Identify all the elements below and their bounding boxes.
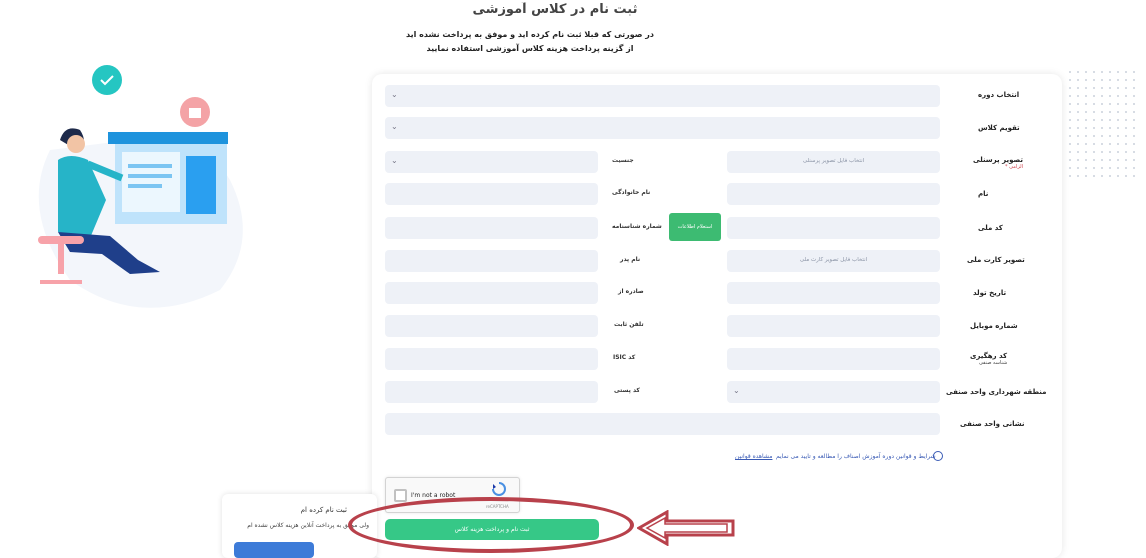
highlight-ellipse bbox=[348, 497, 634, 553]
family-input[interactable] bbox=[385, 183, 598, 205]
father-label: نام پدر bbox=[620, 256, 641, 263]
terms-text: شرایط و قوانین دوره آموزش اصناف را مطالع… bbox=[776, 453, 936, 460]
mobile-input[interactable] bbox=[727, 315, 940, 337]
photo-label-text: تصویر پرسنلی bbox=[973, 156, 1023, 164]
name-input[interactable] bbox=[727, 183, 940, 205]
pay-class-fee-button[interactable] bbox=[234, 542, 314, 558]
national-card-label: تصویر کارت ملی bbox=[967, 256, 1025, 264]
photo-label: تصویر پرسنلی الزامی * bbox=[973, 156, 1023, 170]
already-registered-title: ثبت نام کرده ام bbox=[300, 506, 347, 514]
national-code-input[interactable] bbox=[727, 217, 940, 239]
photo-placeholder: انتخاب فایل تصویر پرسنلی bbox=[802, 158, 865, 164]
issued-input[interactable] bbox=[385, 282, 598, 304]
name-label: نام bbox=[978, 190, 989, 198]
birth-date-input[interactable] bbox=[727, 282, 940, 304]
tracking-label: کد رهگیری شناسه صنفی bbox=[970, 352, 1007, 366]
isic-input[interactable] bbox=[385, 348, 598, 370]
father-input[interactable] bbox=[385, 250, 598, 272]
id-number-label: شماره شناسنامه bbox=[612, 223, 662, 230]
address-label: نشانی واحد صنفی bbox=[960, 420, 1025, 428]
gender-label: جنسیت bbox=[612, 157, 634, 164]
recaptcha-checkbox[interactable] bbox=[394, 489, 407, 502]
notice-line-1: در صورتی که قبلا ثبت نام کرده اید و موفق… bbox=[405, 30, 655, 39]
gift-icon bbox=[180, 97, 210, 127]
national-card-placeholder: انتخاب فایل تصویر کارت ملی bbox=[799, 257, 868, 263]
page-title: ثبت نام در کلاس آموزشی bbox=[472, 2, 638, 16]
notice-line-2: از گزینه پرداخت هزینه کلاس آموزشی استفاد… bbox=[426, 44, 634, 53]
postal-input[interactable] bbox=[385, 381, 598, 403]
gender-select[interactable]: ⌄ bbox=[385, 151, 598, 173]
recaptcha-icon bbox=[492, 482, 506, 496]
family-label: نام خانوادگی bbox=[612, 189, 651, 196]
tracking-input[interactable] bbox=[727, 348, 940, 370]
required-note: الزامی * bbox=[1005, 164, 1023, 170]
chevron-down-icon: ⌄ bbox=[733, 386, 740, 395]
mobile-label: شماره موبایل bbox=[970, 322, 1018, 330]
chevron-down-icon: ⌄ bbox=[391, 122, 398, 131]
dots-decoration bbox=[1066, 68, 1138, 180]
photo-upload[interactable]: انتخاب فایل تصویر پرسنلی bbox=[727, 151, 940, 173]
national-code-label: کد ملی bbox=[978, 224, 1003, 232]
phone-label: تلفن ثابت bbox=[614, 321, 644, 328]
course-label: انتخاب دوره bbox=[978, 91, 1020, 99]
postal-label: کد پستی bbox=[614, 387, 640, 394]
national-card-upload[interactable]: انتخاب فایل تصویر کارت ملی bbox=[727, 250, 940, 272]
id-number-input[interactable] bbox=[385, 217, 598, 239]
district-select[interactable]: ⌄ bbox=[727, 381, 940, 403]
inquiry-button[interactable]: استعلام اطلاعات bbox=[669, 213, 721, 241]
isic-label: کد ISIC bbox=[613, 354, 636, 361]
issued-label: صادره از bbox=[618, 288, 644, 295]
birth-date-label: تاریخ تولد bbox=[973, 289, 1007, 297]
shield-check-icon bbox=[92, 65, 122, 95]
tracking-sub: شناسه صنفی bbox=[979, 360, 1008, 366]
terms-link[interactable]: مشاهده قوانین bbox=[735, 453, 772, 460]
address-input[interactable] bbox=[385, 413, 940, 435]
chevron-down-icon: ⌄ bbox=[391, 90, 398, 99]
calendar-select[interactable]: ⌄ bbox=[385, 117, 940, 139]
district-label: منطقه شهرداری واحد صنفی bbox=[946, 388, 1047, 396]
calendar-label: تقویم کلاس bbox=[978, 124, 1020, 132]
pointer-arrow-icon bbox=[637, 510, 735, 546]
phone-input[interactable] bbox=[385, 315, 598, 337]
chevron-down-icon: ⌄ bbox=[391, 156, 398, 165]
tracking-label-text: کد رهگیری bbox=[970, 352, 1008, 360]
payment-notice: در صورتی که قبلا ثبت نام کرده اید و موفق… bbox=[380, 28, 680, 56]
registration-illustration bbox=[38, 65, 243, 308]
course-select[interactable]: ⌄ bbox=[385, 85, 940, 107]
